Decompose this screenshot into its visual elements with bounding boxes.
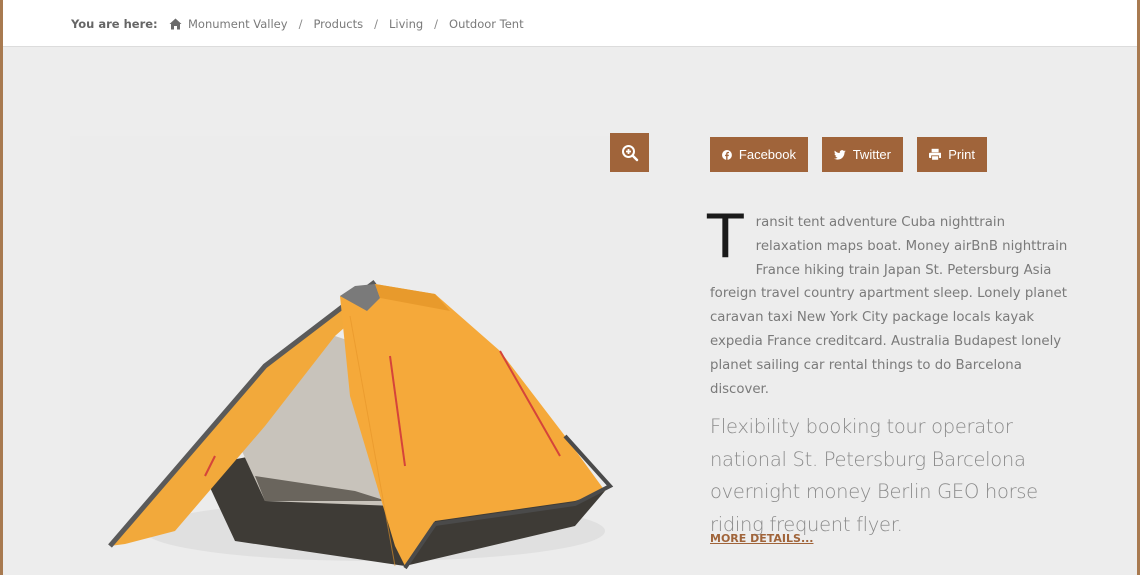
zoom-in-icon	[621, 144, 638, 161]
breadcrumb-bar: You are here: Monument Valley / Products…	[3, 0, 1137, 47]
twitter-share-button[interactable]: Twitter	[822, 137, 903, 172]
breadcrumb-item-outdoor-tent[interactable]: Outdoor Tent	[449, 17, 524, 31]
breadcrumb-item-living[interactable]: Living	[389, 17, 423, 31]
facebook-share-label: Facebook	[738, 147, 796, 162]
print-button[interactable]: Print	[917, 137, 987, 172]
breadcrumb-separator: /	[434, 17, 439, 31]
breadcrumb: Monument Valley / Products / Living / Ou…	[169, 17, 524, 31]
home-icon[interactable]	[169, 18, 182, 30]
description-text: ransit tent adventure Cuba nighttrain re…	[710, 215, 1068, 397]
breadcrumb-label: You are here:	[71, 17, 158, 31]
share-buttons: Facebook Twitter Print	[710, 137, 987, 172]
more-details-link[interactable]: MORE DETAILS...	[710, 532, 813, 545]
lead-paragraph: Flexibility booking tour operator nation…	[710, 415, 1038, 536]
twitter-icon	[834, 149, 846, 160]
twitter-share-label: Twitter	[852, 147, 891, 162]
breadcrumb-item-products[interactable]: Products	[313, 17, 363, 31]
drop-cap: T	[707, 202, 744, 272]
tent-image	[108, 280, 614, 570]
product-image[interactable]	[70, 136, 650, 575]
print-icon	[929, 148, 942, 161]
breadcrumb-item-monument-valley[interactable]: Monument Valley	[188, 17, 288, 31]
print-label: Print	[948, 147, 975, 162]
page-frame-left	[0, 0, 3, 575]
product-description: T ransit tent adventure Cuba nighttrain …	[707, 202, 1070, 401]
breadcrumb-separator: /	[374, 17, 378, 31]
breadcrumb-separator: /	[298, 17, 303, 31]
facebook-icon	[722, 149, 732, 160]
zoom-image-button[interactable]	[610, 133, 649, 172]
facebook-share-button[interactable]: Facebook	[710, 137, 808, 172]
